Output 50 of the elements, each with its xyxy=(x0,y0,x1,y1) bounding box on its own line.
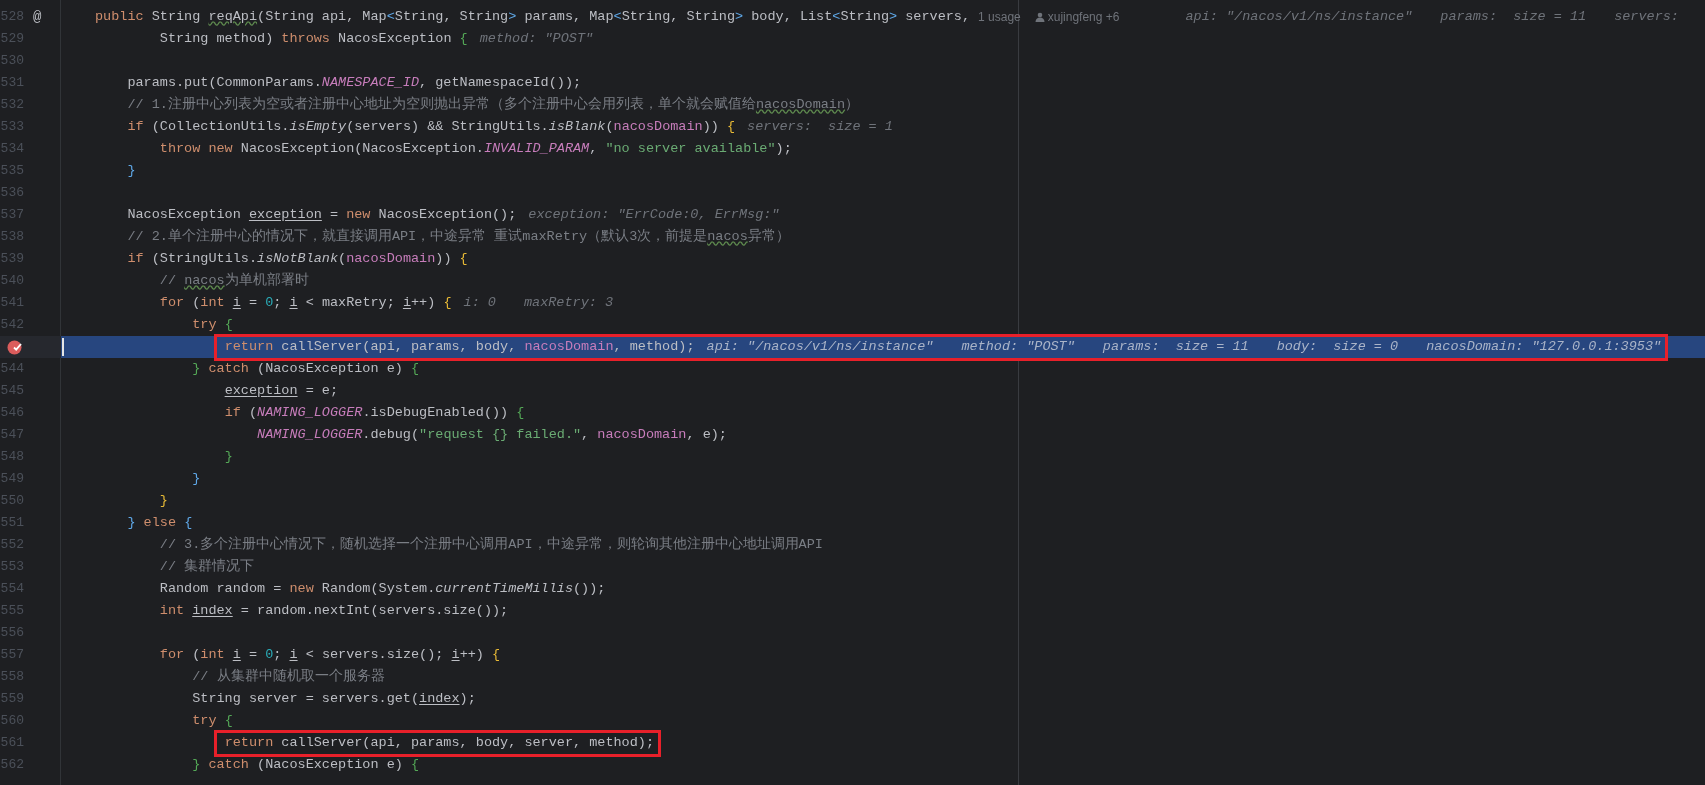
code-line: if (CollectionUtils.isEmpty(servers) && StringUtils.isBlank(nacosDomain)) { xyxy=(127,117,736,136)
code-line: String method) throws NacosException { xyxy=(159,29,468,48)
code-line: NacosException exception = new NacosException(); xyxy=(127,205,517,224)
inline-hint: method: "POST" xyxy=(961,337,1075,356)
inline-hint: servers: xyxy=(1614,7,1679,26)
inline-hint: servers: size = 1 xyxy=(747,117,893,136)
code-line: // 2.单个注册中心的情况下，就直接调用API，中途异常 重试maxRetry（默认3次，前提是nacos异常） xyxy=(127,227,790,246)
usage-link[interactable]: 1 usage xyxy=(978,8,1021,26)
inline-hint: i: 0 xyxy=(463,293,496,312)
code-line: // 集群情况下 xyxy=(159,557,255,576)
code-line: int index = random.nextInt(servers.size()); xyxy=(159,601,509,620)
code-line: } xyxy=(127,161,136,180)
code-line: return callServer(api, params, body, nacosDomain, method); xyxy=(224,337,695,356)
code-line: } catch (NacosException e) { xyxy=(192,755,420,774)
code-line: for (int i = 0; i < maxRetry; i++) { xyxy=(159,293,452,312)
inline-hint: method: "POST" xyxy=(479,29,594,48)
inline-hint: maxRetry: 3 xyxy=(523,293,614,312)
inline-hint: api: "/nacos/v1/ns/instance" xyxy=(706,337,934,356)
code-line: // nacos为单机部署时 xyxy=(159,271,309,290)
inline-hint: params: size = 11 xyxy=(1440,7,1587,26)
inline-hint: exception: "ErrCode:0, ErrMsg:" xyxy=(528,205,780,224)
code-line: // 3.多个注册中心情况下，随机选择一个注册中心调用API，中途异常，则轮询其他注册中心地址调用API xyxy=(159,535,823,554)
code-line: if (NAMING_LOGGER.isDebugEnabled()) { xyxy=(224,403,525,422)
code-line: try { xyxy=(192,711,233,730)
code-line: } catch (NacosException e) { xyxy=(192,359,420,378)
inline-hint: params: size = 11 xyxy=(1102,337,1249,356)
inline-hint: api: "/nacos/v1/ns/instance" xyxy=(1185,7,1413,26)
inline-hint: body: size = 0 xyxy=(1276,337,1399,356)
code-line: exception = e; xyxy=(224,381,339,400)
code-line: Random random = new Random(System.currentTimeMillis()); xyxy=(159,579,606,598)
code-line: } xyxy=(192,469,201,488)
inline-hint: nacosDomain: "127.0.0.1:3953" xyxy=(1426,337,1662,356)
code-line: // 1.注册中心列表为空或者注册中心地址为空则抛出异常（多个注册中心会用列表，单个就会赋值给nacosDomain） xyxy=(127,95,860,114)
code-line: // 从集群中随机取一个服务器 xyxy=(192,667,385,686)
code-line: if (StringUtils.isNotBlank(nacosDomain)) { xyxy=(127,249,468,268)
code-line: for (int i = 0; i < servers.size(); i++) { xyxy=(159,645,501,664)
breakpoint-icon[interactable] xyxy=(5,338,23,356)
code-line: public String reqApi(String api, Map<String, String> params, Map<String, String> body, List<String> servers, xyxy=(95,7,971,26)
code-line: return callServer(api, params, body, server, method); xyxy=(224,733,654,752)
code-line: NAMING_LOGGER.debug("request {} failed.", nacosDomain, e); xyxy=(257,425,727,444)
code-line: try { xyxy=(192,315,233,334)
code-line: params.put(CommonParams.NAMESPACE_ID, getNamespaceId()); xyxy=(127,73,582,92)
code-line: } else { xyxy=(127,513,193,532)
code-line: } xyxy=(159,491,168,510)
code-line: String server = servers.get(index); xyxy=(192,689,476,708)
gutter-marker[interactable]: @ xyxy=(33,6,42,28)
code-line: } xyxy=(224,447,233,466)
code-line: throw new NacosException(NacosException.INVALID_PARAM, "no server available"); xyxy=(159,139,792,158)
author-label[interactable]: xujingfeng +6 xyxy=(1047,8,1120,26)
person-icon xyxy=(1034,12,1045,22)
